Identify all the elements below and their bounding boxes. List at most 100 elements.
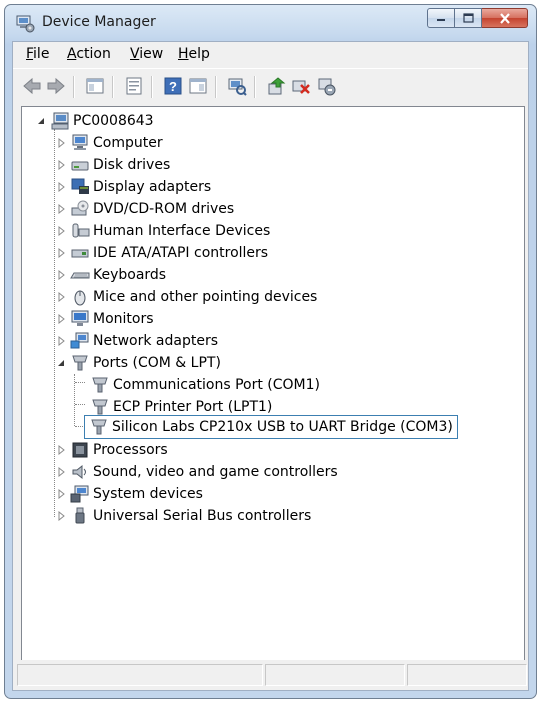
tree-root[interactable]: PC0008643 <box>36 111 154 131</box>
expand-arrow-icon[interactable] <box>56 489 66 499</box>
tree-item-label: System devices <box>93 486 203 502</box>
dvd-drive-icon <box>71 200 89 216</box>
tree-item-com1[interactable]: Communications Port (COM1) <box>90 375 320 395</box>
scan-hardware-icon[interactable] <box>227 76 247 96</box>
window-title: Device Manager <box>42 14 156 30</box>
maximize-icon <box>462 13 474 23</box>
tree-item-mice[interactable]: Mice and other pointing devices <box>56 287 317 307</box>
display-adapter-icon <box>71 178 89 194</box>
tree-item-label: Mice and other pointing devices <box>93 289 318 305</box>
menu-help-label: elp <box>188 46 210 62</box>
toolbar-separator <box>112 76 114 98</box>
tree-item-display-adapters[interactable]: Display adapters <box>56 177 211 197</box>
expand-arrow-icon[interactable] <box>56 138 66 148</box>
monitor-icon <box>71 310 89 326</box>
help-icon[interactable]: ? <box>163 76 183 96</box>
port-icon <box>91 419 107 435</box>
uninstall-device-icon[interactable] <box>316 76 336 96</box>
svg-text:?: ? <box>169 79 177 94</box>
expand-arrow-icon[interactable] <box>56 336 66 346</box>
forward-icon[interactable] <box>46 76 66 96</box>
tree-item-monitors[interactable]: Monitors <box>56 309 154 329</box>
sound-icon <box>72 464 86 480</box>
disk-drive-icon <box>71 161 89 171</box>
action-pane-icon[interactable] <box>188 76 208 96</box>
close-button[interactable] <box>482 8 528 28</box>
device-tree[interactable]: PC0008643 Computer Disk drives Display a… <box>21 106 525 670</box>
collapse-arrow-icon[interactable] <box>36 116 46 126</box>
update-driver-icon[interactable] <box>266 76 286 96</box>
expand-arrow-icon[interactable] <box>56 160 66 170</box>
menu-file-label: ile <box>33 46 50 62</box>
tree-item-sound-video-game[interactable]: Sound, video and game controllers <box>56 462 338 482</box>
computer-icon <box>72 134 88 150</box>
status-pane <box>17 664 263 686</box>
menu-view-label: iew <box>139 46 164 62</box>
tree-item-disk-drives[interactable]: Disk drives <box>56 155 170 175</box>
tree-item-computer[interactable]: Computer <box>56 133 163 153</box>
expand-arrow-icon[interactable] <box>56 270 66 280</box>
expand-arrow-icon[interactable] <box>56 314 66 324</box>
expand-arrow-icon[interactable] <box>56 182 66 192</box>
disable-device-icon[interactable] <box>291 76 311 96</box>
show-hide-console-tree-icon[interactable] <box>85 76 105 96</box>
expand-arrow-icon[interactable] <box>56 445 66 455</box>
network-adapter-icon <box>70 332 89 349</box>
menu-view[interactable]: View <box>130 46 163 62</box>
tree-item-usb-controllers[interactable]: Universal Serial Bus controllers <box>56 506 311 526</box>
menu-action-mnemonic: A <box>67 46 77 62</box>
back-icon[interactable] <box>22 76 42 96</box>
tree-item-label: Communications Port (COM1) <box>113 377 320 393</box>
expand-arrow-icon[interactable] <box>56 467 66 477</box>
tree-line <box>75 404 85 405</box>
tree-item-human-interface-devices[interactable]: Human Interface Devices <box>56 221 270 241</box>
tree-item-processors[interactable]: Processors <box>56 440 168 460</box>
menu-bar: File Action View Help <box>13 42 528 68</box>
toolbar-separator <box>151 76 153 98</box>
expand-arrow-icon[interactable] <box>56 511 66 521</box>
minimize-button[interactable] <box>427 8 455 28</box>
tree-item-label: IDE ATA/ATAPI controllers <box>93 245 269 261</box>
tree-item-ports[interactable]: Ports (COM & LPT) <box>56 353 221 373</box>
maximize-button[interactable] <box>455 8 482 28</box>
collapse-arrow-icon[interactable] <box>56 358 66 368</box>
toolbar-separator <box>254 76 256 98</box>
menu-help[interactable]: Help <box>178 46 210 62</box>
toolbar-separator <box>73 76 75 98</box>
tree-item-lpt1[interactable]: ECP Printer Port (LPT1) <box>90 397 272 417</box>
system-device-icon <box>70 485 89 503</box>
minimize-icon <box>437 19 445 21</box>
ide-controller-icon <box>71 249 89 258</box>
tree-item-ide-ata-atapi-controllers[interactable]: IDE ATA/ATAPI controllers <box>56 243 268 263</box>
tree-item-label: Ports (COM & LPT) <box>93 355 221 371</box>
tree-item-system-devices[interactable]: System devices <box>56 484 203 504</box>
tree-item-label: Display adapters <box>93 179 212 195</box>
tree-item-cp210x-selected[interactable]: Silicon Labs CP210x USB to UART Bridge (… <box>84 415 458 439</box>
client-area: File Action View Help ? PC0008643 Comput… <box>12 41 529 691</box>
tree-item-label: Human Interface Devices <box>93 223 271 239</box>
computer-name: PC0008643 <box>73 113 154 129</box>
usb-icon <box>75 507 85 524</box>
properties-icon[interactable] <box>124 76 144 96</box>
tree-item-label: Network adapters <box>93 333 218 349</box>
expand-arrow-icon[interactable] <box>56 226 66 236</box>
tree-item-label: ECP Printer Port (LPT1) <box>113 399 273 415</box>
caption-buttons <box>427 8 528 30</box>
keyboard-icon <box>70 272 90 279</box>
status-pane <box>407 664 527 686</box>
title-bar[interactable]: Device Manager <box>5 5 536 41</box>
expand-arrow-icon[interactable] <box>56 292 66 302</box>
hid-icon <box>72 223 90 238</box>
tree-item-dvd-cd-rom-drives[interactable]: DVD/CD-ROM drives <box>56 199 234 219</box>
tree-item-network-adapters[interactable]: Network adapters <box>56 331 218 351</box>
expand-arrow-icon[interactable] <box>56 204 66 214</box>
menu-file[interactable]: File <box>26 46 49 62</box>
menu-action[interactable]: Action <box>67 46 111 62</box>
tree-item-label: Sound, video and game controllers <box>93 464 338 480</box>
close-icon <box>499 12 510 24</box>
expand-arrow-icon[interactable] <box>56 248 66 258</box>
device-manager-window: Device Manager File Action View Help ? P… <box>4 4 537 699</box>
tree-item-label: Processors <box>93 442 168 458</box>
tree-line <box>75 382 85 383</box>
tree-item-keyboards[interactable]: Keyboards <box>56 265 166 285</box>
